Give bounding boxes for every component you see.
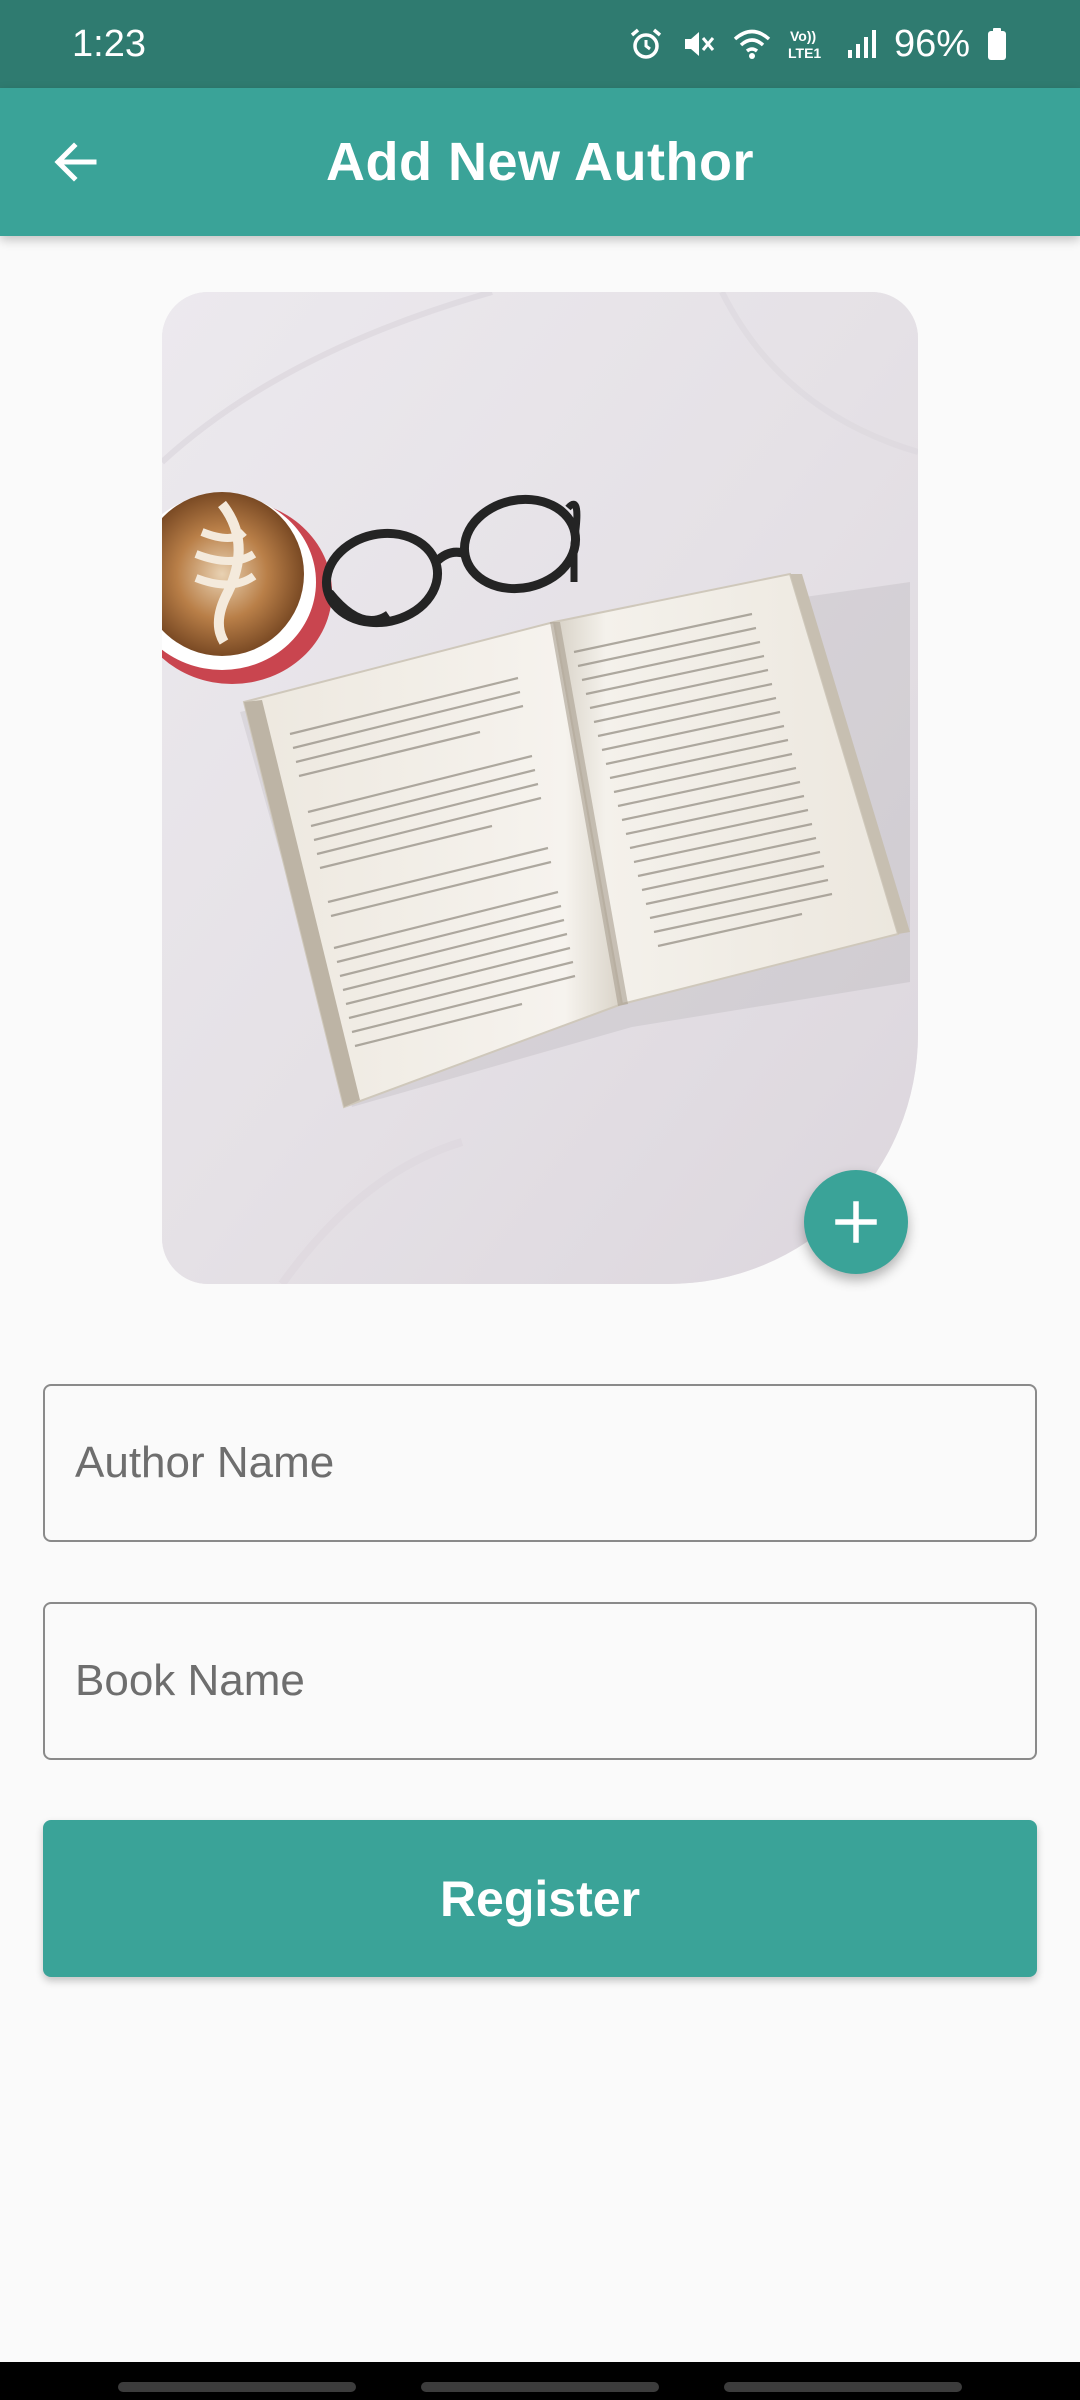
nav-home-button[interactable] — [421, 2382, 659, 2392]
nav-recents-button[interactable] — [118, 2382, 356, 2392]
author-name-input[interactable] — [45, 1386, 1035, 1540]
battery-percent: 96% — [893, 22, 970, 65]
nav-back-button[interactable] — [724, 2382, 962, 2392]
author-image — [162, 292, 918, 1284]
battery-icon — [986, 24, 1008, 64]
book-coffee-glasses-photo — [162, 292, 918, 1284]
mute-icon — [680, 24, 716, 64]
svg-text:Vo)): Vo)) — [790, 28, 816, 44]
add-photo-button[interactable] — [804, 1170, 908, 1274]
page-title: Add New Author — [326, 132, 754, 192]
volte-icon: Vo)) LTE1 — [788, 24, 830, 64]
system-nav-bar — [0, 2362, 1080, 2400]
arrow-back-icon — [54, 142, 97, 182]
signal-icon — [846, 24, 878, 64]
status-icons: Vo)) LTE1 96% — [628, 23, 1008, 66]
status-time: 1:23 — [72, 22, 146, 65]
book-name-input[interactable] — [45, 1604, 1035, 1758]
register-button[interactable]: Register — [43, 1820, 1037, 1977]
wifi-icon — [732, 24, 772, 64]
plus-icon — [835, 1201, 877, 1243]
status-bar: 1:23 Vo)) LTE1 96% — [0, 0, 1080, 88]
app-bar: Add New Author — [0, 88, 1080, 236]
author-name-field[interactable] — [43, 1384, 1037, 1542]
book-name-field[interactable] — [43, 1602, 1037, 1760]
alarm-icon — [628, 24, 664, 64]
back-button[interactable] — [36, 122, 116, 202]
svg-text:LTE1: LTE1 — [788, 45, 821, 61]
add-author-screen: 1:23 Vo)) LTE1 96% Add New Author Author… — [0, 0, 1080, 2400]
